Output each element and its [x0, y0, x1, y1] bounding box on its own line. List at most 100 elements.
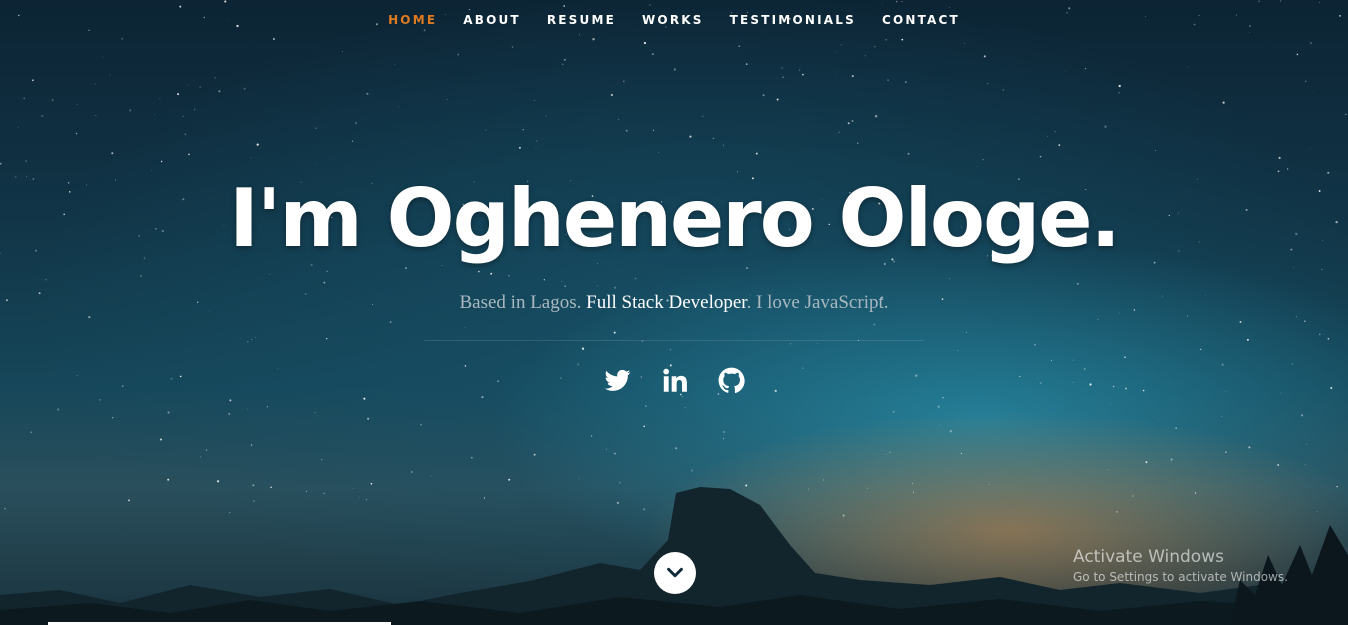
star — [182, 115, 185, 118]
star — [315, 127, 317, 129]
star — [690, 469, 694, 472]
star — [0, 162, 2, 165]
star — [1310, 148, 1312, 149]
star — [1319, 2, 1321, 4]
star — [745, 63, 748, 65]
star — [669, 349, 671, 351]
star — [218, 90, 221, 93]
watermark-title: Activate Windows — [1073, 547, 1224, 567]
star — [320, 458, 323, 461]
github-icon[interactable] — [718, 367, 745, 394]
star — [781, 67, 783, 69]
star — [907, 152, 910, 155]
star — [1170, 458, 1173, 461]
star — [1002, 88, 1005, 91]
tagline-location: Based in Lagos. — [459, 292, 587, 313]
star — [949, 278, 950, 280]
star — [1118, 92, 1120, 94]
star — [102, 56, 104, 58]
star — [1084, 67, 1087, 70]
star — [1291, 363, 1293, 365]
star — [1065, 70, 1067, 72]
star — [45, 278, 47, 281]
star — [722, 430, 726, 434]
star — [762, 94, 765, 97]
star — [965, 331, 968, 333]
star — [618, 119, 620, 121]
star — [1321, 268, 1323, 271]
star — [937, 405, 940, 408]
star — [581, 347, 585, 350]
star — [326, 270, 329, 273]
star — [652, 129, 655, 131]
star — [957, 350, 959, 351]
star — [613, 331, 616, 334]
star — [592, 38, 595, 41]
star — [1175, 427, 1177, 429]
star — [1313, 91, 1315, 93]
star — [847, 122, 850, 125]
scroll-down-button[interactable] — [654, 552, 696, 594]
star — [1054, 131, 1056, 133]
star — [901, 38, 904, 41]
star — [712, 137, 715, 140]
star — [578, 478, 580, 480]
star — [95, 114, 97, 116]
star — [103, 457, 105, 459]
star — [782, 76, 784, 78]
twitter-icon[interactable] — [604, 367, 631, 394]
star — [518, 146, 521, 149]
star — [508, 274, 510, 277]
nav-item-contact[interactable]: CONTACT — [869, 13, 973, 27]
star — [722, 438, 724, 440]
star — [99, 399, 101, 401]
star — [1309, 42, 1312, 45]
star — [610, 93, 613, 97]
star — [618, 481, 621, 484]
star — [590, 435, 593, 437]
star — [511, 46, 514, 48]
star — [177, 93, 180, 96]
star — [1319, 333, 1321, 336]
star — [1248, 446, 1251, 449]
star — [167, 411, 170, 414]
star — [1124, 356, 1126, 359]
nav-item-about[interactable]: ABOUT — [450, 13, 534, 27]
star — [834, 51, 836, 53]
star — [874, 115, 878, 118]
star — [88, 29, 90, 31]
star — [940, 424, 942, 425]
star — [789, 342, 792, 345]
star — [75, 132, 78, 135]
star — [1187, 66, 1188, 68]
star — [1304, 464, 1306, 466]
watermark-subtitle: Go to Settings to activate Windows. — [1073, 570, 1288, 584]
star — [1248, 32, 1250, 34]
nav-item-resume[interactable]: RESUME — [534, 13, 629, 27]
star — [139, 274, 143, 278]
star — [579, 34, 580, 36]
linkedin-icon[interactable] — [661, 367, 688, 394]
nav-item-home[interactable]: HOME — [375, 13, 450, 27]
star — [983, 55, 986, 58]
star — [193, 108, 196, 111]
star — [247, 408, 248, 410]
star — [423, 29, 426, 32]
star — [457, 53, 460, 56]
star — [342, 51, 343, 52]
star — [684, 407, 686, 409]
star — [184, 133, 187, 136]
nav-item-testimonials[interactable]: TESTIMONIALS — [717, 13, 869, 27]
star — [577, 363, 580, 366]
star — [17, 127, 19, 129]
star — [881, 3, 883, 5]
star — [352, 140, 354, 142]
star — [976, 166, 978, 167]
star — [1118, 84, 1121, 88]
star — [355, 122, 357, 125]
star — [250, 157, 252, 159]
star — [746, 267, 748, 270]
star — [614, 452, 616, 455]
nav-item-works[interactable]: WORKS — [629, 13, 717, 27]
star — [490, 272, 493, 275]
